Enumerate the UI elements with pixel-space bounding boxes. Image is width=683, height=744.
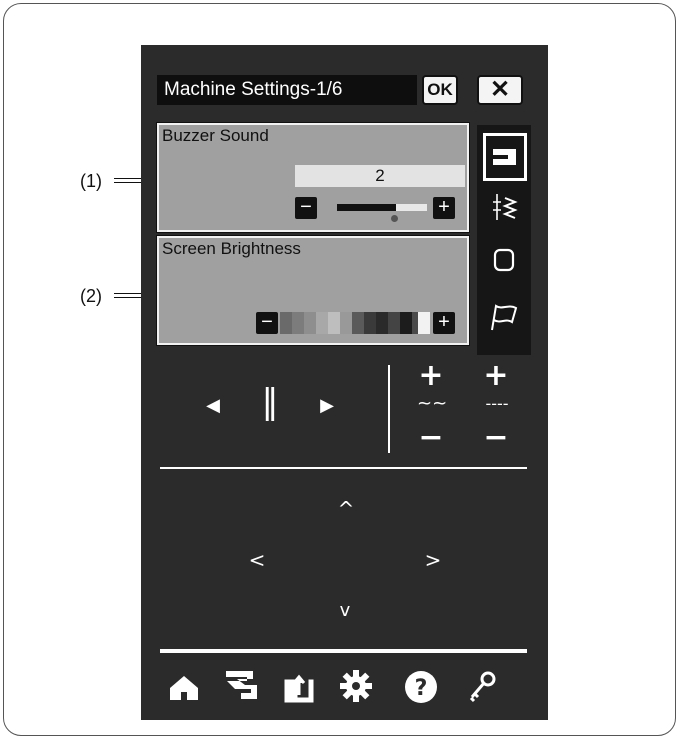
buzzer-slider-track[interactable] <box>337 204 427 211</box>
zigzag-plus-button[interactable]: + <box>418 361 444 391</box>
buzzer-slider-fill <box>337 204 396 211</box>
right-arrow-button[interactable]: > <box>423 548 443 572</box>
straight-stitch-icon: ---- <box>485 394 509 413</box>
buzzer-sound-label: Buzzer Sound <box>162 126 269 145</box>
ok-button[interactable]: OK <box>422 75 458 105</box>
close-button[interactable]: ✕ <box>477 75 523 105</box>
settings-sidebar <box>477 125 531 355</box>
vertical-divider <box>388 365 390 453</box>
zigzag-icon: ~~ <box>417 393 448 414</box>
left-arrow-button[interactable]: < <box>247 548 267 572</box>
forward-arrow-button[interactable]: ▶ <box>315 395 339 416</box>
divider-line <box>160 467 527 469</box>
buzzer-default-marker <box>391 215 398 222</box>
up-arrow-button[interactable]: ^ <box>336 497 356 521</box>
sidebar-item-machine[interactable] <box>483 133 527 181</box>
brightness-gradient-bar[interactable] <box>280 312 430 334</box>
zigzag-minus-button[interactable]: − <box>418 423 444 453</box>
machine-icon <box>493 149 516 165</box>
window-title: Machine Settings-1/6 <box>157 75 417 105</box>
callout-1: (1) <box>80 171 102 191</box>
straight-plus-button[interactable]: + <box>483 361 509 391</box>
threading-icon[interactable] <box>223 667 259 703</box>
screen-brightness-label: Screen Brightness <box>162 239 301 258</box>
flag-icon <box>491 304 518 331</box>
brightness-plus-button[interactable]: + <box>433 312 455 334</box>
settings-icon[interactable] <box>339 669 373 703</box>
brightness-minus-button[interactable]: − <box>256 312 278 334</box>
callout-2: (2) <box>80 286 102 306</box>
bobbin-icon <box>493 248 515 272</box>
screen-brightness-setting: Screen Brightness − + <box>156 235 470 346</box>
down-arrow-button[interactable]: v <box>335 600 355 621</box>
bottom-divider-line <box>160 649 527 653</box>
reverse-arrow-button[interactable]: ◀ <box>201 395 225 416</box>
home-icon[interactable] <box>168 672 200 702</box>
key-icon[interactable] <box>466 669 500 703</box>
straight-minus-button[interactable]: − <box>483 423 509 453</box>
buzzer-sound-setting: Buzzer Sound 2 − + <box>156 122 470 233</box>
sidebar-item-language[interactable] <box>484 297 524 337</box>
sidebar-item-bobbin[interactable] <box>484 240 524 280</box>
svg-text:?: ? <box>415 676 428 701</box>
export-icon[interactable] <box>284 665 314 703</box>
buzzer-value: 2 <box>295 165 465 187</box>
buzzer-minus-button[interactable]: − <box>295 197 317 219</box>
help-icon[interactable]: ? <box>403 669 439 705</box>
buzzer-plus-button[interactable]: + <box>433 197 455 219</box>
touch-panel: Machine Settings-1/6 OK ✕ Buzzer Sound 2… <box>141 45 548 720</box>
stitch-icon <box>493 194 518 220</box>
sidebar-item-stitch[interactable] <box>484 187 524 227</box>
pause-button[interactable]: ‖ <box>258 385 282 419</box>
